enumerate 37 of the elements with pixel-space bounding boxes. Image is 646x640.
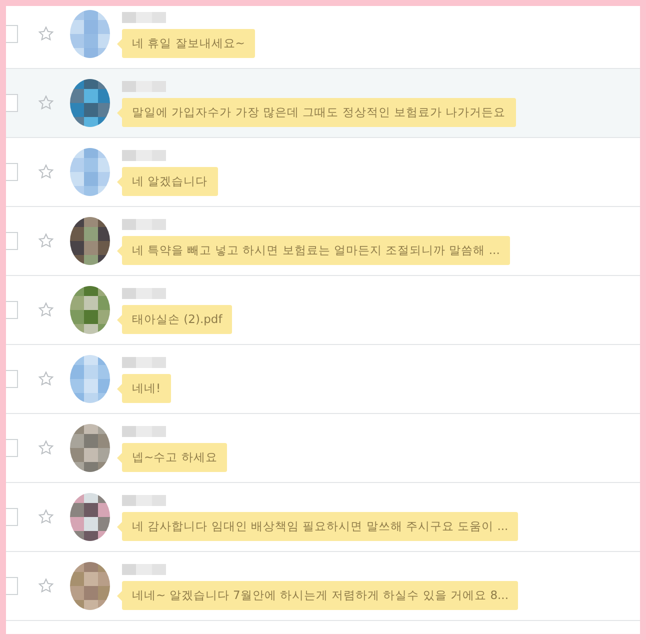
star-icon[interactable] [38, 233, 54, 249]
star-icon[interactable] [38, 26, 54, 42]
checkbox[interactable] [6, 163, 18, 181]
blurred-name [122, 80, 166, 92]
blurred-name [122, 494, 166, 506]
checkbox[interactable] [6, 577, 18, 595]
star-icon[interactable] [38, 371, 54, 387]
checkbox[interactable] [6, 508, 18, 526]
blurred-name [122, 562, 166, 576]
message-bubble: 네 특약을 빼고 넣고 하시면 보험료는 얼마든지 조절되니까 말씀해 ... [122, 236, 510, 264]
star-icon[interactable] [38, 164, 54, 180]
star-icon[interactable] [38, 578, 54, 594]
checkbox[interactable] [6, 25, 18, 43]
checkbox[interactable] [6, 232, 18, 250]
message-bubble: 네네! [122, 374, 171, 402]
message-bubble: 네 알겠습니다 [122, 166, 218, 196]
checkbox[interactable] [6, 94, 18, 112]
star-icon[interactable] [38, 95, 54, 111]
conversation-row[interactable]: 말일에 가입자수가 가장 많은데 그때도 정상적인 보험료가 나가거든요 [6, 69, 640, 138]
star-icon[interactable] [38, 302, 54, 318]
message-bubble: 네 감사합니다 임대인 배상책임 필요하시면 말쓰해 주시구요 도움이 ... [122, 512, 518, 540]
message-bubble: 말일에 가입자수가 가장 많은데 그때도 정상적인 보험료가 나가거든요 [122, 98, 516, 126]
blurred-name [122, 148, 166, 162]
message-bubble: 네네~ 알겠습니다 7월안에 하시는게 저렴하게 하실수 있을 거에요 8... [122, 580, 518, 610]
checkbox[interactable] [6, 439, 18, 457]
message-bubble: 네 휴일 잘보내세요~ [122, 28, 255, 58]
star-icon[interactable] [38, 509, 54, 525]
blurred-name [122, 424, 166, 438]
checkbox[interactable] [6, 301, 18, 319]
message-bubble: 태아실손 (2).pdf [122, 304, 232, 334]
blurred-name [122, 218, 166, 230]
star-icon[interactable] [38, 440, 54, 456]
message-bubble: 넵~수고 하세요 [122, 442, 228, 472]
blurred-name [122, 356, 166, 368]
blurred-name [122, 286, 166, 300]
checkbox[interactable] [6, 370, 18, 388]
blurred-name [122, 10, 166, 24]
